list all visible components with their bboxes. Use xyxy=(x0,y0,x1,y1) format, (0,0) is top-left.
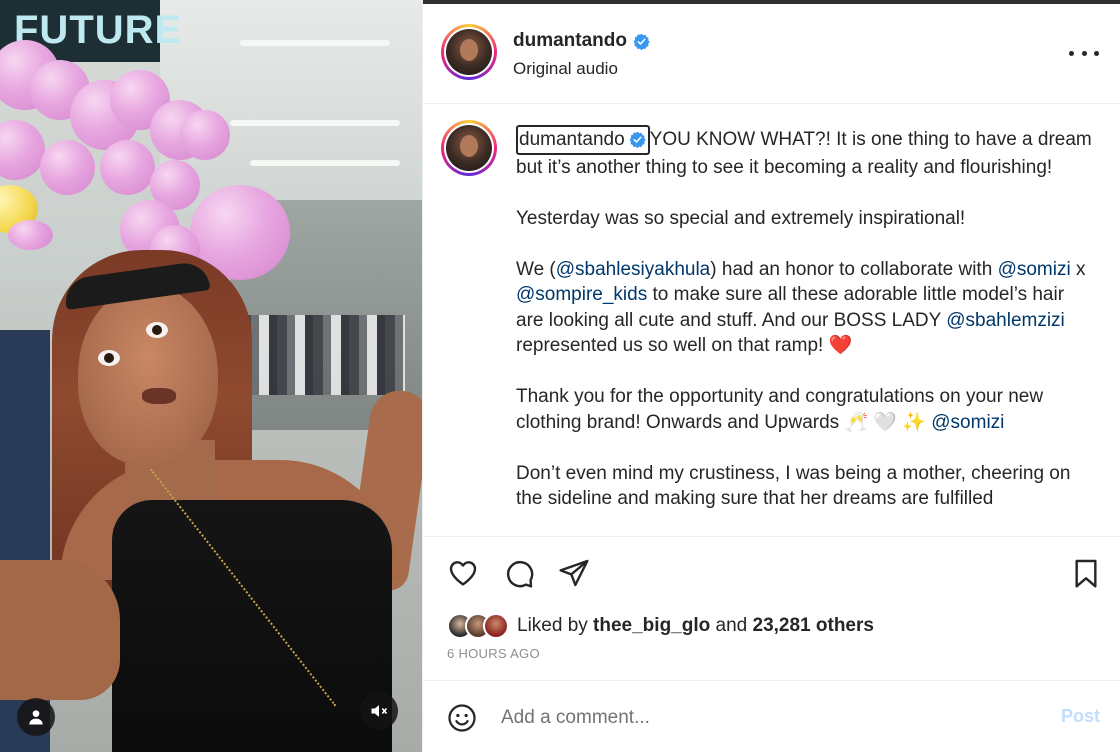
balloon xyxy=(180,110,230,160)
ceiling-light xyxy=(230,120,400,126)
caption-paragraph: Thank you for the opportunity and congra… xyxy=(516,386,1044,433)
heart-icon[interactable] xyxy=(445,555,481,591)
likes-prefix: Liked by xyxy=(517,615,594,636)
comment-bar: Post xyxy=(423,680,1120,752)
mention-link[interactable]: @sbahlesiyakhula xyxy=(556,259,711,280)
mention-link[interactable]: @somizi xyxy=(931,412,1004,433)
avatar xyxy=(483,613,509,639)
post-details: dumantando Original audio dumantando YOU… xyxy=(422,0,1120,752)
caption-paragraph: Don’t even mind my crustiness, I was bei… xyxy=(516,462,1071,510)
mention-link[interactable]: @sompire_kids xyxy=(516,284,647,305)
person-icon[interactable] xyxy=(17,698,55,736)
balloon xyxy=(40,140,95,195)
likes-count[interactable]: 23,281 others xyxy=(753,615,874,636)
mention-link[interactable]: @somizi xyxy=(998,259,1071,280)
audio-label[interactable]: Original audio xyxy=(513,59,618,79)
post-media[interactable]: FUTURE xyxy=(0,0,422,752)
likes-summary[interactable]: Liked by thee_big_glo and 23,281 others xyxy=(447,613,874,639)
eye xyxy=(98,350,120,366)
balloon xyxy=(0,120,45,180)
balloon xyxy=(100,140,155,195)
ceiling-light xyxy=(250,160,400,166)
caption-paragraph: We (@sbahlesiyakhula) had an honor to co… xyxy=(516,258,1086,357)
caption-text: dumantando YOU KNOW WHAT?! It is one thi… xyxy=(516,125,1096,535)
author-username[interactable]: dumantando xyxy=(513,30,650,52)
username-text[interactable]: dumantando xyxy=(513,30,627,52)
woman-arm xyxy=(0,560,120,700)
paper-plane-icon[interactable] xyxy=(556,555,592,591)
speaker-muted-icon[interactable] xyxy=(360,692,398,730)
post-timestamp[interactable]: 6 HOURS AGO xyxy=(447,646,540,661)
post-comment-button[interactable]: Post xyxy=(1061,706,1100,727)
more-options-icon[interactable] xyxy=(1069,38,1099,68)
verified-badge-icon xyxy=(629,131,646,149)
eye xyxy=(146,322,168,338)
verified-badge-icon xyxy=(633,33,650,50)
caption-paragraph: Yesterday was so special and extremely i… xyxy=(516,207,966,229)
caption-avatar[interactable] xyxy=(441,120,497,176)
caption-username[interactable]: dumantando xyxy=(516,125,650,155)
heart-emoji: ❤️ xyxy=(828,335,853,356)
post-actions: Liked by thee_big_glo and 23,281 others … xyxy=(423,536,1120,678)
comment-bubble-icon[interactable] xyxy=(501,555,537,591)
liker-avatars xyxy=(447,613,509,639)
post-header: dumantando Original audio xyxy=(423,0,1120,104)
liker-username[interactable]: thee_big_glo xyxy=(593,615,710,636)
mention-link[interactable]: @sbahlemzizi xyxy=(946,310,1065,331)
mouth xyxy=(142,388,176,404)
ceiling-light xyxy=(240,40,390,46)
author-avatar[interactable] xyxy=(441,24,497,80)
comment-input[interactable] xyxy=(501,703,1021,733)
balloon xyxy=(8,220,53,250)
caption-area: dumantando YOU KNOW WHAT?! It is one thi… xyxy=(423,105,1120,535)
bookmark-icon[interactable] xyxy=(1068,555,1104,591)
likes-middle: and xyxy=(710,615,753,636)
smiley-icon[interactable] xyxy=(447,703,477,733)
